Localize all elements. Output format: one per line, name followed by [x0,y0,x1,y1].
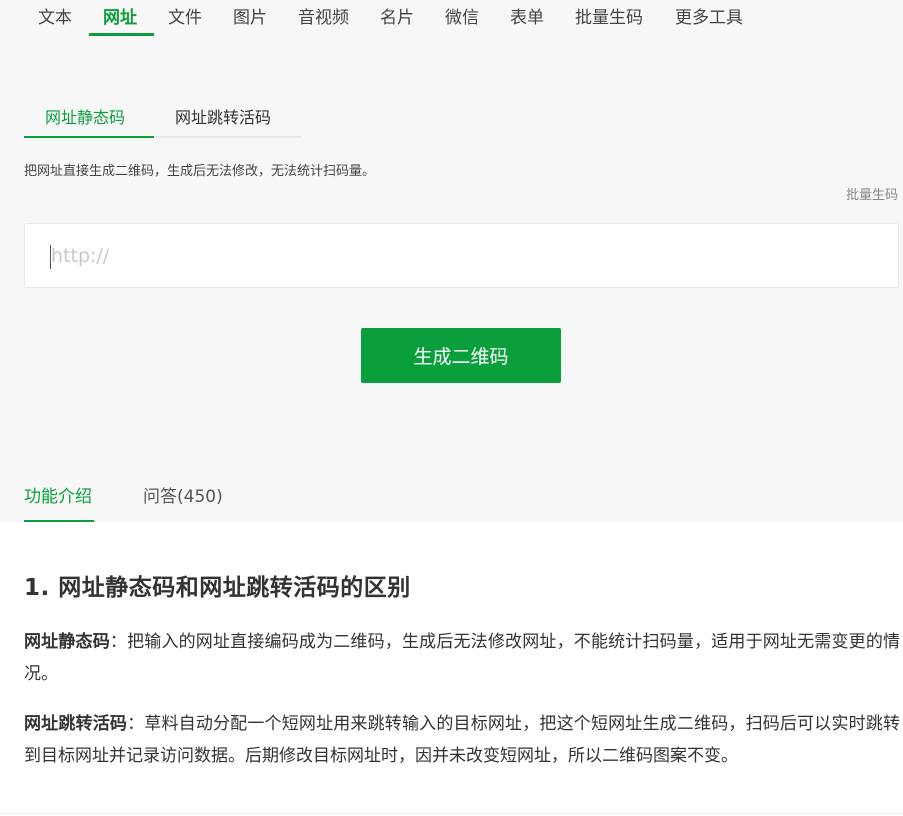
tab-more-tools[interactable]: 更多工具 [675,6,743,36]
paragraph-static-code: 网址静态码：把输入的网址直接编码成为二维码，生成后无法修改网址，不能统计扫码量，… [24,626,900,690]
tab-url-redirect-code[interactable]: 网址跳转活码 [175,104,271,128]
divider [0,813,903,814]
tab-url[interactable]: 网址 [103,6,137,36]
intro-tab-bar: 功能介绍 问答(450) [0,470,903,522]
tab-feature-intro[interactable]: 功能介绍 [24,482,92,507]
top-tab-bar: 文本 网址 文件 图片 音视频 名片 微信 表单 批量生码 更多工具 [0,0,903,38]
tab-business-card[interactable]: 名片 [380,6,414,36]
section-title: 1. 网址静态码和网址跳转活码的区别 [24,575,411,601]
tab-batch-generate[interactable]: 批量生码 [575,6,643,36]
url-input[interactable] [25,224,898,287]
text-caret [50,245,51,269]
text-redirect-code: ：草料自动分配一个短网址用来跳转输入的目标网址，把这个短网址生成二维码，扫码后可… [24,714,901,766]
term-static-code: 网址静态码 [24,632,110,652]
generate-qrcode-button[interactable]: 生成二维码 [361,328,561,383]
text-static-code: ：把输入的网址直接编码成为二维码，生成后无法修改网址，不能统计扫码量，适用于网址… [24,632,901,684]
tab-file[interactable]: 文件 [168,6,202,36]
feature-intro-content: 1. 网址静态码和网址跳转活码的区别 网址静态码：把输入的网址直接编码成为二维码… [0,522,903,816]
tab-audio-video[interactable]: 音视频 [298,6,349,36]
tab-url-static-code[interactable]: 网址静态码 [45,104,125,128]
tab-wechat[interactable]: 微信 [445,6,479,36]
tab-image[interactable]: 图片 [233,6,267,36]
tab-text[interactable]: 文本 [38,6,72,36]
tab-form[interactable]: 表单 [510,6,544,36]
active-tab-indicator [89,33,154,36]
sub-tab-indicator [24,136,154,138]
tab-qa[interactable]: 问答(450) [143,482,223,507]
term-redirect-code: 网址跳转活码 [24,714,128,734]
sub-tab-bar: 网址静态码 网址跳转活码 [24,100,301,138]
batch-generate-link[interactable]: 批量生码 [846,184,898,203]
paragraph-redirect-code: 网址跳转活码：草料自动分配一个短网址用来跳转输入的目标网址，把这个短网址生成二维… [24,708,900,772]
mode-description: 把网址直接生成二维码，生成后无法修改，无法统计扫码量。 [24,164,376,179]
url-input-container [24,223,899,288]
